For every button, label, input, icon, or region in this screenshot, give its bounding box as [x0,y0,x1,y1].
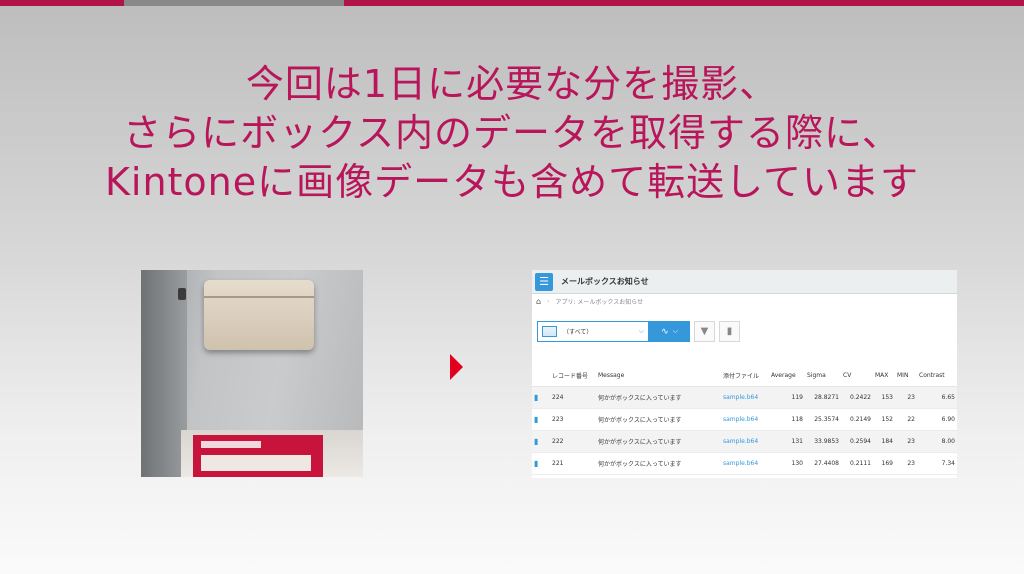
table-row[interactable]: ▮ 224 何かがボックスに入っています sample.b64 119 28.8… [532,386,957,409]
top-bar-segment [124,0,344,6]
home-icon[interactable]: ⌂ [536,297,541,306]
record-average: 119 [769,386,805,409]
breadcrumb: ⌂ › アプリ: メールボックスお知らせ [532,294,957,309]
title-line-1: 今回は1日に必要な分を撮影、 [245,62,779,106]
view-selector[interactable]: （すべて） ⌵ [537,321,649,342]
column-header-average[interactable]: Average [769,366,805,387]
record-sigma: 27.4408 [805,452,841,475]
attachment-link[interactable]: sample.b64 [721,386,769,409]
bar-chart-icon: ▮ [726,326,733,337]
record-min: 23 [895,430,917,453]
record-message: 何かがボックスに入っています [596,452,721,475]
record-cv: 0.2111 [841,452,873,475]
record-sigma: 33.9853 [805,430,841,453]
record-average: 131 [769,430,805,453]
document-icon: ▮ [534,436,539,446]
record-sigma: 25.3574 [805,408,841,431]
column-header-max[interactable]: MAX [873,366,895,387]
record-id: 222 [550,430,596,453]
record-average: 130 [769,452,805,475]
record-detail-link[interactable]: ▮ [532,408,550,431]
chevron-down-icon: ⌵ [672,327,678,335]
record-table: レコード番号 Message 添付ファイル Average Sigma CV M… [532,366,957,475]
attachment-link[interactable]: sample.b64 [721,452,769,475]
record-detail-link[interactable]: ▮ [532,386,550,409]
photo-box-seam [204,296,314,298]
record-message: 何かがボックスに入っています [596,386,721,409]
record-message: 何かがボックスに入っています [596,408,721,431]
record-max: 184 [873,430,895,453]
table-row[interactable]: ▮ 221 何かがボックスに入っています sample.b64 130 27.4… [532,452,957,475]
table-row[interactable]: ▮ 223 何かがボックスに入っています sample.b64 118 25.3… [532,408,957,431]
graph-button[interactable]: ∿ ⌵ [649,321,690,342]
list-icon[interactable]: ☰ [535,272,553,291]
record-contrast: 6.90 [917,408,957,431]
column-header-record-number[interactable]: レコード番号 [550,366,596,387]
filter-button[interactable]: ▼ [694,321,715,342]
mailbox-camera-photo [141,270,363,477]
kintone-app-header: ☰ メールボックスお知らせ [532,270,957,294]
filter-icon: ▼ [700,326,709,337]
record-max: 169 [873,452,895,475]
view-toolbar: （すべて） ⌵ ∿ ⌵ ▼ ▮ [537,321,740,343]
slide-title: 今回は1日に必要な分を撮影、 さらにボックス内のデータを取得する際に、 Kint… [0,60,1024,207]
record-min: 22 [895,408,917,431]
bar-chart-button[interactable]: ▮ [719,321,740,342]
record-detail-link[interactable]: ▮ [532,430,550,453]
line-graph-icon: ∿ [661,326,669,337]
column-header-attachment[interactable]: 添付ファイル [721,366,769,387]
document-icon: ▮ [534,392,539,402]
column-header-contrast[interactable]: Contrast [917,366,957,387]
photo-envelope [193,435,323,477]
kintone-screenshot: ☰ メールボックスお知らせ ⌂ › アプリ: メールボックスお知らせ （すべて）… [532,270,957,478]
photo-latch [178,288,186,300]
record-min: 23 [895,452,917,475]
photo-envelope-label [201,455,311,471]
record-max: 152 [873,408,895,431]
attachment-link[interactable]: sample.b64 [721,430,769,453]
record-id: 221 [550,452,596,475]
chevron-down-icon: ⌵ [638,327,644,335]
record-cv: 0.2422 [841,386,873,409]
breadcrumb-separator: › [547,298,550,305]
photo-sensor-box [204,280,314,350]
column-header-min[interactable]: MIN [895,366,917,387]
record-average: 118 [769,408,805,431]
record-min: 23 [895,386,917,409]
record-sigma: 28.8271 [805,386,841,409]
record-contrast: 7.34 [917,452,957,475]
title-line-2: さらにボックス内のデータを取得する際に、 [123,111,901,155]
table-row[interactable]: ▮ 222 何かがボックスに入っています sample.b64 131 33.9… [532,430,957,453]
document-icon: ▮ [534,414,539,424]
attachment-link[interactable]: sample.b64 [721,408,769,431]
title-line-3: Kintoneに画像データも含めて転送しています [104,160,920,204]
view-selector-label: （すべて） [563,329,593,336]
record-max: 153 [873,386,895,409]
record-cv: 0.2149 [841,408,873,431]
app-title: メールボックスお知らせ [561,277,649,286]
record-cv: 0.2594 [841,430,873,453]
record-id: 224 [550,386,596,409]
column-header-message[interactable]: Message [596,366,721,387]
photo-envelope-band [201,441,261,448]
document-icon: ▮ [534,458,539,468]
record-detail-link[interactable]: ▮ [532,452,550,475]
breadcrumb-app-link[interactable]: アプリ: メールボックスお知らせ [555,297,643,306]
table-view-icon [542,326,557,337]
arrow-right-icon [450,354,463,380]
column-header-cv[interactable]: CV [841,366,873,387]
top-accent-bar [0,0,1024,6]
column-header-sigma[interactable]: Sigma [805,366,841,387]
table-header-row: レコード番号 Message 添付ファイル Average Sigma CV M… [532,366,957,387]
record-id: 223 [550,408,596,431]
column-header-icon [532,366,550,387]
record-contrast: 6.65 [917,386,957,409]
record-message: 何かがボックスに入っています [596,430,721,453]
record-contrast: 8.00 [917,430,957,453]
